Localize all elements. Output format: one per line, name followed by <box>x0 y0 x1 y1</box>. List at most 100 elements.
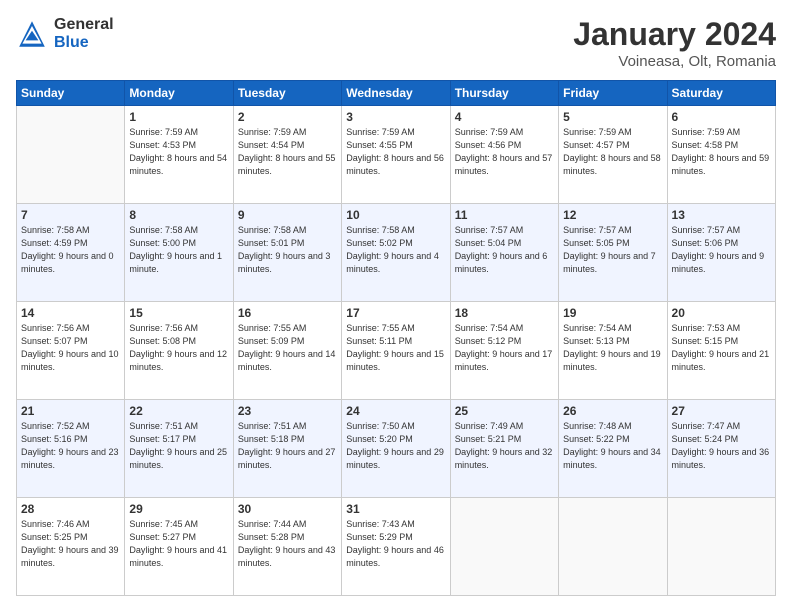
calendar-cell: 1Sunrise: 7:59 AM Sunset: 4:53 PM Daylig… <box>125 106 233 204</box>
day-number: 13 <box>672 208 771 222</box>
day-info: Sunrise: 7:53 AM Sunset: 5:15 PM Dayligh… <box>672 322 771 374</box>
day-number: 10 <box>346 208 445 222</box>
day-number: 17 <box>346 306 445 320</box>
logo: General Blue <box>16 16 114 51</box>
day-number: 2 <box>238 110 337 124</box>
weekday-header: Monday <box>125 81 233 106</box>
logo-icon <box>16 18 48 50</box>
calendar-cell: 21 Sunrise: 7:52 AM Sunset: 5:16 PM Dayli… <box>17 400 125 498</box>
calendar-cell: 5 Sunrise: 7:59 AM Sunset: 4:57 PM Daylig… <box>559 106 667 204</box>
calendar-cell: 8 Sunrise: 7:58 AM Sunset: 5:00 PM Daylig… <box>125 204 233 302</box>
day-number: 11 <box>455 208 554 222</box>
day-info: Sunrise: 7:59 AM Sunset: 4:54 PM Dayligh… <box>238 126 337 178</box>
logo-blue-text: Blue <box>54 34 114 52</box>
calendar-header-row: SundayMondayTuesdayWednesdayThursdayFrid… <box>17 81 776 106</box>
day-number: 18 <box>455 306 554 320</box>
day-number: 21 <box>21 404 120 418</box>
day-info: Sunrise: 7:56 AM Sunset: 5:07 PM Dayligh… <box>21 322 120 374</box>
day-number: 14 <box>21 306 120 320</box>
day-number: 8 <box>129 208 228 222</box>
day-info: Sunrise: 7:57 AM Sunset: 5:06 PM Dayligh… <box>672 224 771 276</box>
day-info: Sunrise: 7:44 AM Sunset: 5:28 PM Dayligh… <box>238 518 337 570</box>
page: General Blue January 2024 Voineasa, Olt,… <box>0 0 792 612</box>
day-info: Sunrise: 7:52 AM Sunset: 5:16 PM Dayligh… <box>21 420 120 472</box>
day-number: 27 <box>672 404 771 418</box>
day-number: 22 <box>129 404 228 418</box>
calendar-cell: 17 Sunrise: 7:55 AM Sunset: 5:11 PM Dayli… <box>342 302 450 400</box>
calendar-cell: 24Sunrise: 7:50 AM Sunset: 5:20 PM Dayli… <box>342 400 450 498</box>
calendar-subtitle: Voineasa, Olt, Romania <box>573 53 776 70</box>
day-number: 16 <box>238 306 337 320</box>
calendar-cell: 2 Sunrise: 7:59 AM Sunset: 4:54 PM Daylig… <box>233 106 341 204</box>
calendar-cell: 11Sunrise: 7:57 AM Sunset: 5:04 PM Dayli… <box>450 204 558 302</box>
day-info: Sunrise: 7:59 AM Sunset: 4:56 PM Dayligh… <box>455 126 554 178</box>
day-info: Sunrise: 7:59 AM Sunset: 4:55 PM Dayligh… <box>346 126 445 178</box>
calendar-cell <box>667 498 775 596</box>
day-info: Sunrise: 7:55 AM Sunset: 5:11 PM Dayligh… <box>346 322 445 374</box>
day-info: Sunrise: 7:58 AM Sunset: 5:02 PM Dayligh… <box>346 224 445 276</box>
calendar-cell: 25Sunrise: 7:49 AM Sunset: 5:21 PM Dayli… <box>450 400 558 498</box>
day-info: Sunrise: 7:59 AM Sunset: 4:57 PM Dayligh… <box>563 126 662 178</box>
calendar-cell: 3Sunrise: 7:59 AM Sunset: 4:55 PM Daylig… <box>342 106 450 204</box>
day-number: 20 <box>672 306 771 320</box>
day-number: 6 <box>672 110 771 124</box>
calendar-cell: 7 Sunrise: 7:58 AM Sunset: 4:59 PM Daylig… <box>17 204 125 302</box>
day-number: 30 <box>238 502 337 516</box>
calendar-cell: 6 Sunrise: 7:59 AM Sunset: 4:58 PM Daylig… <box>667 106 775 204</box>
title-block: January 2024 Voineasa, Olt, Romania <box>573 16 776 70</box>
day-number: 24 <box>346 404 445 418</box>
logo-text: General Blue <box>54 16 114 51</box>
calendar-cell: 4 Sunrise: 7:59 AM Sunset: 4:56 PM Daylig… <box>450 106 558 204</box>
day-info: Sunrise: 7:49 AM Sunset: 5:21 PM Dayligh… <box>455 420 554 472</box>
calendar-cell: 13 Sunrise: 7:57 AM Sunset: 5:06 PM Dayli… <box>667 204 775 302</box>
calendar-cell <box>17 106 125 204</box>
weekday-header: Wednesday <box>342 81 450 106</box>
weekday-header: Thursday <box>450 81 558 106</box>
calendar-cell: 29Sunrise: 7:45 AM Sunset: 5:27 PM Dayli… <box>125 498 233 596</box>
calendar-week-row: 7 Sunrise: 7:58 AM Sunset: 4:59 PM Daylig… <box>17 204 776 302</box>
day-info: Sunrise: 7:47 AM Sunset: 5:24 PM Dayligh… <box>672 420 771 472</box>
calendar-cell: 28Sunrise: 7:46 AM Sunset: 5:25 PM Dayli… <box>17 498 125 596</box>
day-number: 4 <box>455 110 554 124</box>
calendar-cell <box>559 498 667 596</box>
logo-general-text: General <box>54 16 114 34</box>
day-number: 5 <box>563 110 662 124</box>
calendar-cell: 10 Sunrise: 7:58 AM Sunset: 5:02 PM Dayli… <box>342 204 450 302</box>
calendar-cell: 22Sunrise: 7:51 AM Sunset: 5:17 PM Dayli… <box>125 400 233 498</box>
calendar-cell: 31 Sunrise: 7:43 AM Sunset: 5:29 PM Dayli… <box>342 498 450 596</box>
calendar-week-row: 28Sunrise: 7:46 AM Sunset: 5:25 PM Dayli… <box>17 498 776 596</box>
calendar-cell: 19 Sunrise: 7:54 AM Sunset: 5:13 PM Dayli… <box>559 302 667 400</box>
day-info: Sunrise: 7:58 AM Sunset: 5:00 PM Dayligh… <box>129 224 228 276</box>
calendar-cell: 30 Sunrise: 7:44 AM Sunset: 5:28 PM Dayli… <box>233 498 341 596</box>
calendar-week-row: 14 Sunrise: 7:56 AM Sunset: 5:07 PM Dayli… <box>17 302 776 400</box>
day-info: Sunrise: 7:46 AM Sunset: 5:25 PM Dayligh… <box>21 518 120 570</box>
calendar-week-row: 21 Sunrise: 7:52 AM Sunset: 5:16 PM Dayli… <box>17 400 776 498</box>
day-number: 31 <box>346 502 445 516</box>
calendar-cell: 14 Sunrise: 7:56 AM Sunset: 5:07 PM Dayli… <box>17 302 125 400</box>
day-info: Sunrise: 7:48 AM Sunset: 5:22 PM Dayligh… <box>563 420 662 472</box>
day-info: Sunrise: 7:54 AM Sunset: 5:13 PM Dayligh… <box>563 322 662 374</box>
calendar-cell: 15 Sunrise: 7:56 AM Sunset: 5:08 PM Dayli… <box>125 302 233 400</box>
day-number: 29 <box>129 502 228 516</box>
weekday-header: Sunday <box>17 81 125 106</box>
calendar-cell: 26Sunrise: 7:48 AM Sunset: 5:22 PM Dayli… <box>559 400 667 498</box>
calendar-table: SundayMondayTuesdayWednesdayThursdayFrid… <box>16 80 776 596</box>
calendar-week-row: 1Sunrise: 7:59 AM Sunset: 4:53 PM Daylig… <box>17 106 776 204</box>
weekday-header: Saturday <box>667 81 775 106</box>
day-number: 15 <box>129 306 228 320</box>
day-info: Sunrise: 7:58 AM Sunset: 4:59 PM Dayligh… <box>21 224 120 276</box>
day-number: 19 <box>563 306 662 320</box>
day-info: Sunrise: 7:43 AM Sunset: 5:29 PM Dayligh… <box>346 518 445 570</box>
calendar-cell: 27 Sunrise: 7:47 AM Sunset: 5:24 PM Dayli… <box>667 400 775 498</box>
calendar-cell: 23Sunrise: 7:51 AM Sunset: 5:18 PM Dayli… <box>233 400 341 498</box>
day-info: Sunrise: 7:58 AM Sunset: 5:01 PM Dayligh… <box>238 224 337 276</box>
calendar-title: January 2024 <box>573 16 776 53</box>
weekday-header: Tuesday <box>233 81 341 106</box>
day-number: 7 <box>21 208 120 222</box>
day-info: Sunrise: 7:59 AM Sunset: 4:58 PM Dayligh… <box>672 126 771 178</box>
day-info: Sunrise: 7:57 AM Sunset: 5:05 PM Dayligh… <box>563 224 662 276</box>
weekday-header: Friday <box>559 81 667 106</box>
calendar-cell: 16Sunrise: 7:55 AM Sunset: 5:09 PM Dayli… <box>233 302 341 400</box>
header: General Blue January 2024 Voineasa, Olt,… <box>16 16 776 70</box>
day-info: Sunrise: 7:56 AM Sunset: 5:08 PM Dayligh… <box>129 322 228 374</box>
